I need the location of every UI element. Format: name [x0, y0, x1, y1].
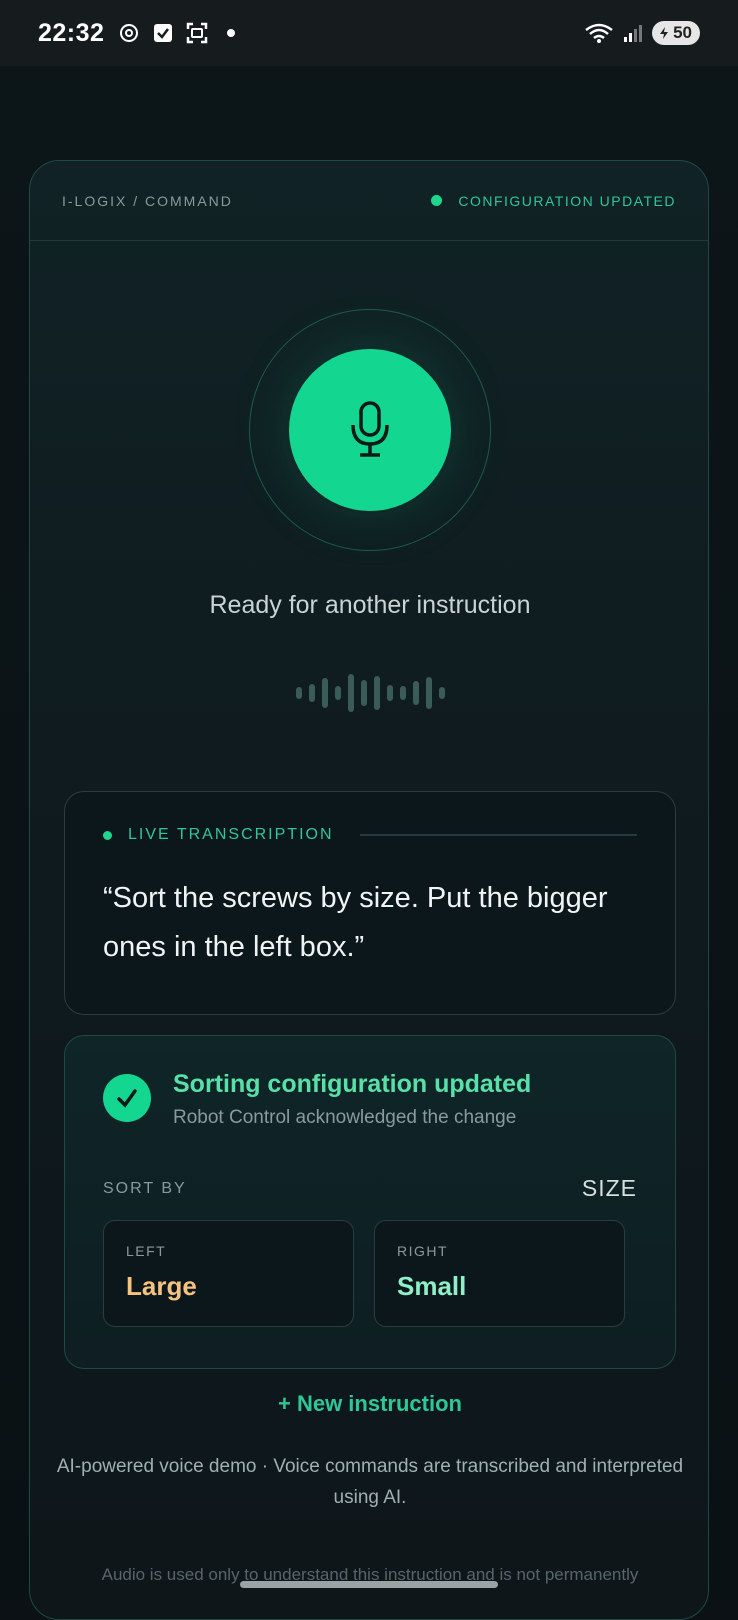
left-box-value: Large: [126, 1271, 197, 1301]
waveform-bar: [438, 687, 445, 699]
battery-level: 50: [673, 23, 692, 42]
sort-by-label: SORT BY: [103, 1179, 187, 1197]
result-panel: Sorting configuration updated Robot Cont…: [64, 1035, 676, 1369]
transcription-text: “Sort the screws by size. Put the bigger…: [103, 882, 608, 963]
live-dot-icon: [103, 830, 112, 840]
command-card: I-LOGIX / COMMAND CONFIGURATION UPDATED …: [29, 160, 709, 1620]
battery-icon: 50: [652, 21, 700, 45]
status-system-icons: 50: [584, 21, 700, 45]
ready-status-text: Ready for another instruction: [209, 591, 531, 619]
waveform-bar: [295, 687, 302, 699]
result-header: Sorting configuration updated Robot Cont…: [103, 1070, 637, 1129]
chatgpt-icon: [118, 22, 140, 44]
waveform-bar: [360, 680, 367, 706]
microphone-icon: [351, 401, 389, 457]
waveform-indicator: [280, 673, 460, 713]
result-subtitle: Robot Control acknowledged the change: [173, 1107, 517, 1128]
status-notification-icons: [118, 22, 242, 44]
result-text: Sorting configuration updated Robot Cont…: [173, 1070, 531, 1129]
right-box-card: RIGHT Small: [374, 1220, 625, 1327]
screenshot-icon: [186, 22, 208, 44]
left-box-card: LEFT Large: [103, 1220, 354, 1327]
right-box-label: RIGHT: [397, 1243, 449, 1259]
status-bar: 22:32 50: [0, 0, 738, 66]
waveform-bar: [347, 674, 354, 712]
transcription-header: LIVE TRANSCRIPTION: [103, 826, 637, 844]
footer-note: AI-powered voice demo · Voice commands a…: [56, 1456, 684, 1508]
home-indicator[interactable]: [240, 1581, 498, 1588]
mic-ring: [249, 309, 491, 551]
waveform-bar: [373, 676, 380, 710]
waveform-bar: [308, 684, 315, 702]
left-box-label: LEFT: [126, 1243, 167, 1259]
wifi-icon: [584, 22, 614, 44]
checkbox-icon: [152, 22, 174, 44]
waveform-bar: [399, 686, 406, 700]
right-box-value: Small: [397, 1271, 467, 1301]
divider: [359, 834, 637, 836]
card-header: I-LOGIX / COMMAND CONFIGURATION UPDATED: [30, 161, 708, 241]
status-dot-icon: [431, 195, 443, 206]
waveform-bar: [386, 685, 393, 701]
transcription-panel: LIVE TRANSCRIPTION “Sort the screws by s…: [64, 791, 676, 1015]
signal-icon: [622, 22, 644, 44]
transcription-label: LIVE TRANSCRIPTION: [128, 826, 334, 843]
mic-button[interactable]: [289, 349, 451, 511]
notification-dot: [220, 22, 242, 44]
status-badge: CONFIGURATION UPDATED: [431, 193, 676, 209]
status-time: 22:32: [38, 18, 105, 47]
sort-by-value: SIZE: [581, 1175, 637, 1201]
sort-by-row: SORT BY SIZE: [103, 1175, 637, 1202]
waveform-bar: [321, 678, 328, 708]
waveform-bar: [334, 686, 341, 700]
box-assignment: LEFT Large RIGHT Small: [103, 1220, 637, 1327]
new-instruction-button[interactable]: + New instruction: [30, 1391, 710, 1417]
breadcrumb: I-LOGIX / COMMAND: [62, 192, 233, 209]
result-title: Sorting configuration updated: [173, 1070, 532, 1098]
waveform-bar: [412, 681, 419, 705]
status-badge-label: CONFIGURATION UPDATED: [458, 192, 676, 209]
check-icon: [103, 1074, 151, 1122]
waveform-bar: [425, 677, 432, 709]
